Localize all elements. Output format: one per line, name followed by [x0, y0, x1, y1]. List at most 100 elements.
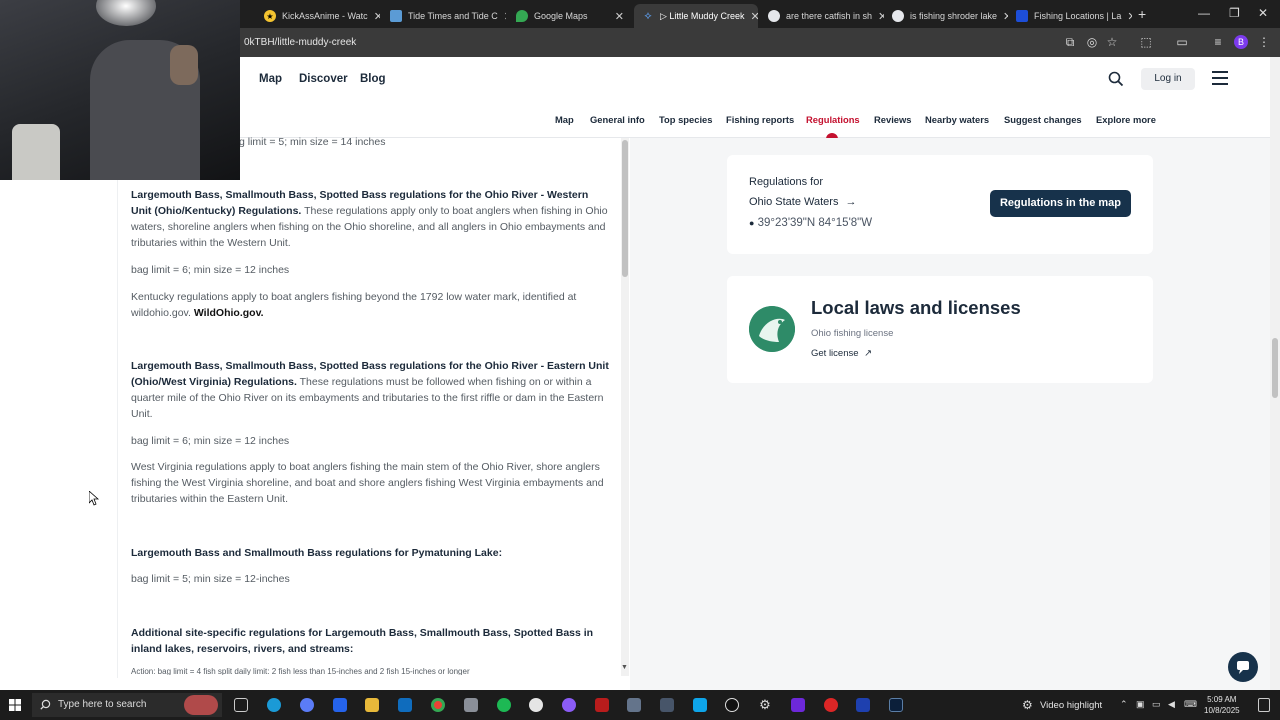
profile-avatar[interactable]: B — [1234, 35, 1248, 49]
tab-fishing-reports[interactable]: Fishing reports — [726, 114, 794, 125]
malwarebytes-icon[interactable] — [856, 698, 870, 712]
login-button[interactable]: Log in — [1141, 68, 1195, 90]
wildohio-link[interactable]: WildOhio.gov — [194, 307, 261, 319]
regulation-block: Largemouth Bass, Smallmouth Bass, Spotte… — [131, 187, 611, 251]
app-circle-icon[interactable] — [529, 698, 543, 712]
copilot-icon[interactable] — [300, 698, 314, 712]
chrome-icon[interactable] — [431, 698, 445, 712]
browser-tab[interactable]: is fishing shroder lake ✕ — [884, 4, 1008, 28]
store-icon[interactable] — [333, 698, 347, 712]
tray-app-icon[interactable]: ▣ — [1136, 699, 1145, 710]
tab-regulations[interactable]: Regulations — [806, 114, 860, 125]
browser-tab[interactable]: ★ KickAssAnime - Watc ✕ — [256, 4, 380, 28]
panel-scrollbar-thumb[interactable] — [622, 140, 628, 277]
app-purple-icon[interactable] — [562, 698, 576, 712]
extensions-icon[interactable]: ⬚ — [1138, 35, 1154, 51]
browser-tab[interactable]: Tide Times and Tide C ✕ — [382, 4, 506, 28]
regulation-block: Kentucky regulations apply to boat angle… — [131, 291, 577, 319]
taskbar-search[interactable]: Type here to search — [32, 693, 222, 717]
page-scrollbar-thumb[interactable] — [1272, 338, 1278, 398]
system-clock[interactable]: 5:09 AM 10/8/2025 — [1204, 694, 1240, 716]
tab-suggest-changes[interactable]: Suggest changes — [1004, 114, 1082, 125]
google-maps-favicon-icon — [516, 10, 528, 22]
url-field[interactable]: 0kTBH/little-muddy-creek — [244, 37, 356, 48]
bookmark-star-icon[interactable]: ☆ — [1104, 35, 1120, 51]
location-pin-icon: ● — [749, 218, 755, 228]
search-highlight-icon — [184, 695, 218, 715]
tab-explore-more[interactable]: Explore more — [1096, 114, 1156, 125]
network-icon[interactable]: ▭ — [1152, 699, 1161, 710]
hamburger-menu-icon[interactable] — [1212, 71, 1228, 85]
new-tab-icon[interactable]: + — [1138, 6, 1146, 22]
tray-overflow-icon[interactable]: ⌃ — [1120, 699, 1128, 710]
regulation-text: Action: bag limit = 4 fish split daily l… — [131, 667, 470, 675]
tab-close-icon[interactable]: ✕ — [872, 10, 884, 23]
tab-nearby-waters[interactable]: Nearby waters — [925, 114, 989, 125]
regulations-for-label: Regulations for — [749, 176, 823, 188]
search-icon[interactable] — [1108, 71, 1124, 87]
app-red-icon[interactable] — [824, 698, 838, 712]
restore-icon[interactable]: ❐ — [1229, 6, 1240, 20]
state-waters-label: Ohio State Waters — [749, 196, 839, 208]
nav-map[interactable]: Map — [259, 73, 282, 85]
sidebar-icon[interactable]: ▭ — [1174, 35, 1190, 51]
app-icon[interactable] — [464, 698, 478, 712]
chat-button[interactable] — [1228, 652, 1258, 682]
spotify-icon[interactable] — [497, 698, 511, 712]
file-explorer-icon[interactable] — [365, 698, 379, 712]
windows-start-icon[interactable] — [9, 699, 21, 711]
browser-menu-icon[interactable]: ⋮ — [1256, 35, 1272, 51]
regulation-text: bag limit = 6; min size = 12 inches — [131, 435, 290, 447]
tab-title: is fishing shroder lake — [910, 11, 998, 21]
tab-title: Tide Times and Tide C — [408, 11, 498, 21]
tab-close-icon[interactable]: ✕ — [997, 10, 1008, 23]
tab-reviews[interactable]: Reviews — [874, 114, 912, 125]
app-gray-icon[interactable] — [627, 698, 641, 712]
windows-taskbar: Type here to search ⚙ ⚙ Video highlight … — [0, 690, 1280, 720]
media-control-icon[interactable]: ≡ — [1210, 35, 1226, 51]
browser-tab[interactable]: are there catfish in sh ✕ — [760, 4, 884, 28]
tab-title: are there catfish in sh — [786, 11, 873, 21]
outlook-icon[interactable] — [398, 698, 412, 712]
volume-icon[interactable]: ◀ — [1168, 699, 1175, 710]
keyboard-icon[interactable]: ⌨ — [1184, 699, 1197, 710]
browser-tab[interactable]: Fishing Locations | La ✕ — [1008, 4, 1132, 28]
tab-close-icon[interactable]: ✕ — [609, 10, 624, 23]
regulations-in-map-button[interactable]: Regulations in the map — [990, 190, 1131, 217]
nav-discover[interactable]: Discover — [299, 73, 348, 85]
chat-bubble-icon — [1237, 661, 1249, 674]
settings-gear-icon[interactable]: ⚙ — [758, 698, 772, 712]
minimize-icon[interactable]: — — [1198, 6, 1210, 20]
notifications-icon[interactable] — [1258, 698, 1270, 712]
tracking-protection-icon[interactable]: ◎ — [1084, 35, 1100, 51]
media-player-icon[interactable] — [725, 698, 739, 712]
tab-title: Fishing Locations | La — [1034, 11, 1122, 21]
tab-top-species[interactable]: Top species — [659, 114, 713, 125]
tab-map[interactable]: Map — [555, 114, 574, 125]
browser-tab[interactable]: Google Maps ✕ — [508, 4, 632, 28]
window-close-icon[interactable]: ✕ — [1258, 6, 1268, 20]
regulation-text: bag limit = 6; min size = 12 inches — [131, 264, 290, 276]
tab-close-icon[interactable]: ✕ — [744, 10, 758, 23]
nav-blog[interactable]: Blog — [360, 73, 386, 85]
tab-general-info[interactable]: General info — [590, 114, 645, 125]
state-waters-link[interactable]: Ohio State Waters → — [749, 196, 857, 208]
tab-close-icon[interactable]: ✕ — [368, 10, 380, 23]
get-license-link[interactable]: Get license ↗ — [811, 348, 872, 359]
steam-icon[interactable] — [889, 698, 903, 712]
tab-close-icon[interactable]: ✕ — [498, 10, 506, 23]
scroll-down-arrow-icon[interactable]: ▼ — [621, 664, 628, 671]
browser-tab-active[interactable]: ⟡ ▷ Little Muddy Creek ✕ — [634, 4, 758, 28]
tab-close-icon[interactable]: ✕ — [1121, 10, 1132, 23]
video-highlight-icon[interactable]: ⚙ — [1022, 698, 1033, 712]
edge-icon[interactable] — [267, 698, 281, 712]
calculator-icon[interactable] — [660, 698, 674, 712]
tab-title: Google Maps — [534, 11, 588, 21]
video-highlight-label[interactable]: Video highlight — [1040, 700, 1102, 711]
app-blue-icon[interactable] — [693, 698, 707, 712]
search-icon — [40, 699, 51, 710]
winrar-icon[interactable] — [595, 698, 609, 712]
install-app-icon[interactable]: ⧉ — [1062, 35, 1078, 51]
app-violet-icon[interactable] — [791, 698, 805, 712]
task-view-icon[interactable] — [234, 698, 248, 712]
